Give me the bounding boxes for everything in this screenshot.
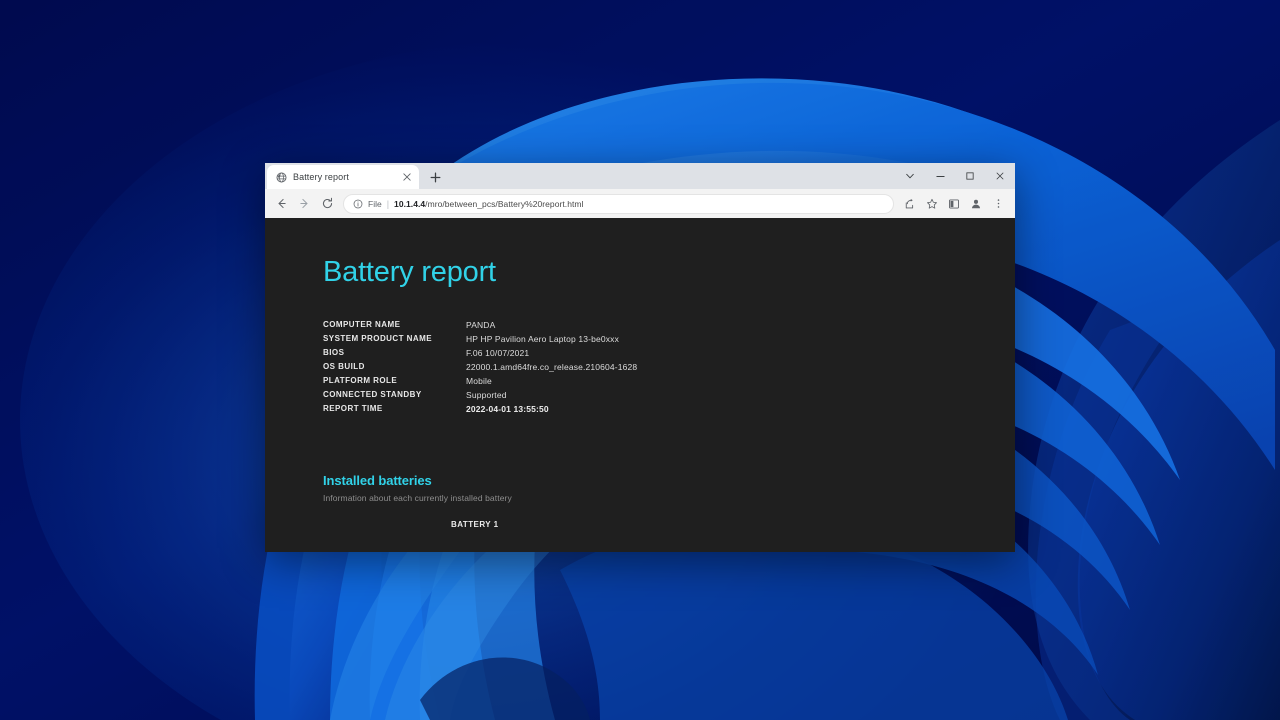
page-title: Battery report [323,258,1015,287]
row-value: Supported [466,390,637,404]
collections-icon[interactable] [943,193,965,215]
omnibox-scheme-label: File [368,199,382,209]
minimize-icon [935,171,946,182]
tab-search-button[interactable] [895,163,925,189]
omnibox-url-path: /mro/between_pcs/Battery%20report.html [425,199,583,209]
omnibox-url: 10.1.4.4/mro/between_pcs/Battery%20repor… [394,199,583,209]
minimize-button[interactable] [925,163,955,189]
three-dots-icon [993,198,1004,209]
row-label: BIOS [323,348,466,362]
back-arrow-icon [275,197,288,210]
row-value: Mobile [466,376,637,390]
row-value: F.06 10/07/2021 [466,348,637,362]
maximize-icon [965,171,975,181]
omnibox-separator: | [387,199,389,209]
table-row: PLATFORM ROLE Mobile [323,376,637,390]
tab-strip: Battery report [265,163,1015,189]
row-label: SYSTEM PRODUCT NAME [323,334,466,348]
row-label: PLATFORM ROLE [323,376,466,390]
table-row: REPORT TIME 2022-04-01 13:55:50 [323,404,637,418]
system-summary-table: COMPUTER NAME PANDA SYSTEM PRODUCT NAME … [323,320,637,418]
row-value: HP HP Pavilion Aero Laptop 13-be0xxx [466,334,637,348]
section-heading: Installed batteries [323,473,1015,488]
browser-toolbar: File | 10.1.4.4/mro/between_pcs/Battery%… [265,189,1015,218]
row-label: REPORT TIME [323,404,466,418]
window-close-button[interactable] [985,163,1015,189]
chevron-down-icon [905,171,915,181]
person-icon [970,198,982,210]
row-label: CONNECTED STANDBY [323,390,466,404]
split-pane-icon [948,198,960,210]
star-icon [926,198,938,210]
reload-icon [321,197,334,210]
battery-column-header: BATTERY 1 [451,520,1015,529]
window-controls [895,163,1015,189]
desktop: Battery report [0,0,1280,720]
section-subtitle: Information about each currently install… [323,493,1015,503]
more-menu-icon[interactable] [987,193,1009,215]
system-summary-body: COMPUTER NAME PANDA SYSTEM PRODUCT NAME … [323,320,637,418]
tab-title: Battery report [293,172,394,182]
tab-close-button[interactable] [400,171,413,184]
battery-report-page: Battery report COMPUTER NAME PANDA SYSTE… [265,218,1015,529]
address-bar[interactable]: File | 10.1.4.4/mro/between_pcs/Battery%… [343,194,894,214]
table-row: OS BUILD 22000.1.amd64fre.co_release.210… [323,362,637,376]
page-viewport: Battery report COMPUTER NAME PANDA SYSTE… [265,218,1015,552]
installed-batteries-section: Installed batteries Information about ea… [323,473,1015,529]
reload-button[interactable] [316,192,339,215]
close-icon [403,173,411,181]
omnibox-url-host: 10.1.4.4 [394,199,425,209]
share-icon[interactable] [899,193,921,215]
table-row: SYSTEM PRODUCT NAME HP HP Pavilion Aero … [323,334,637,348]
row-label: OS BUILD [323,362,466,376]
share-icon [904,198,916,210]
browser-window: Battery report [265,163,1015,552]
globe-icon [276,172,287,183]
row-value: PANDA [466,320,637,334]
maximize-button[interactable] [955,163,985,189]
profile-avatar-icon[interactable] [965,193,987,215]
table-row: BIOS F.06 10/07/2021 [323,348,637,362]
forward-arrow-icon [298,197,311,210]
info-circle-icon [353,199,363,209]
plus-icon [430,172,441,183]
row-label: COMPUTER NAME [323,320,466,334]
table-row: CONNECTED STANDBY Supported [323,390,637,404]
bookmark-star-icon[interactable] [921,193,943,215]
close-icon [995,171,1005,181]
back-button[interactable] [270,192,293,215]
table-row: COMPUTER NAME PANDA [323,320,637,334]
new-tab-button[interactable] [424,166,446,188]
row-value: 2022-04-01 13:55:50 [466,404,637,418]
tab-battery-report[interactable]: Battery report [267,165,419,189]
forward-button[interactable] [293,192,316,215]
row-value: 22000.1.amd64fre.co_release.210604-1628 [466,362,637,376]
